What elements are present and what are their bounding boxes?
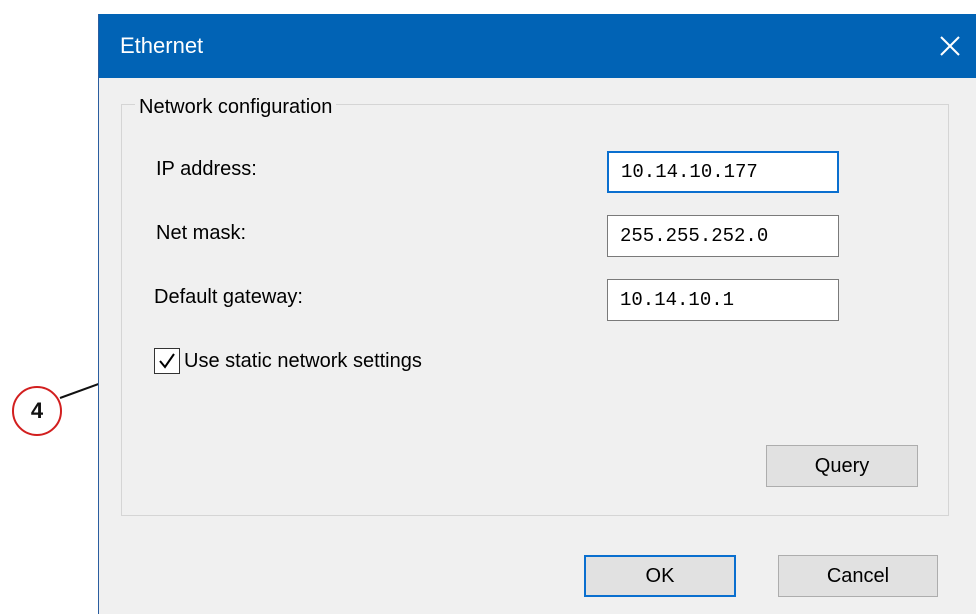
ip-address-field[interactable] — [607, 151, 839, 193]
cancel-button[interactable]: Cancel — [778, 555, 938, 597]
cancel-button-label: Cancel — [826, 564, 890, 587]
dialog-title: Ethernet — [120, 33, 204, 58]
ethernet-dialog: Ethernet Network configuration IP addres… — [98, 14, 976, 614]
ip-address-label: IP address: — [156, 158, 257, 180]
net-mask-label: Net mask: — [156, 222, 247, 244]
static-settings-label: Use static network settings — [184, 349, 422, 372]
title-bar: Ethernet — [99, 14, 976, 78]
ok-button[interactable]: OK — [584, 555, 736, 597]
static-settings-checkbox[interactable] — [154, 348, 180, 374]
close-button[interactable] — [930, 26, 970, 66]
default-gateway-field[interactable] — [607, 279, 839, 321]
static-settings-checkbox-row[interactable]: Use static network settings — [154, 348, 422, 374]
close-icon — [940, 36, 960, 56]
default-gateway-label: Default gateway: — [154, 286, 303, 308]
callout-marker: 4 — [12, 386, 62, 436]
checkmark-icon — [159, 353, 175, 369]
query-button[interactable]: Query — [766, 445, 918, 487]
query-button-label: Query — [814, 454, 870, 477]
ok-button-label: OK — [645, 564, 675, 587]
group-legend: Network configuration — [135, 96, 337, 119]
net-mask-field[interactable] — [607, 215, 839, 257]
callout-number: 4 — [30, 398, 44, 423]
